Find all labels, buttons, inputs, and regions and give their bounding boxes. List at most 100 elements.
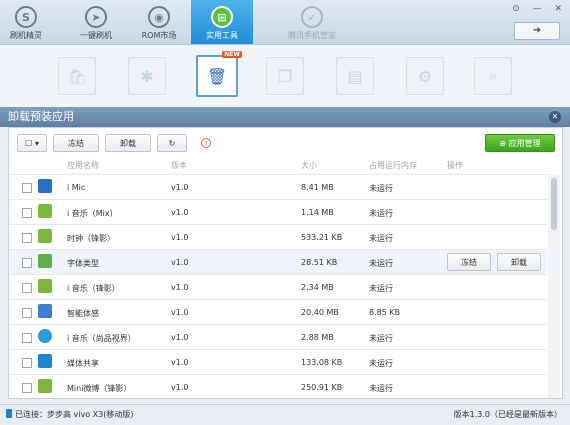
document-icon: ▤ (347, 66, 363, 86)
row-checkbox[interactable] (22, 258, 32, 268)
checkbox-icon: ☐ (25, 139, 33, 148)
row-checkbox[interactable] (22, 183, 32, 193)
return-button[interactable]: ➜ (514, 22, 560, 40)
tools-row: 🛍 ✱ 🗑 NEW ❐ ▤ ⚙ ⌕ (0, 45, 570, 107)
trash-icon: 🗑 (206, 66, 228, 86)
row-checkbox[interactable] (22, 283, 32, 293)
close-icon[interactable]: ✕ (554, 4, 562, 14)
app-version: v1.0 (171, 358, 189, 367)
row-checkbox[interactable] (22, 233, 32, 243)
app-manage-label: 应用管理 (508, 139, 541, 148)
tool-plugin[interactable]: ✱ (128, 57, 166, 95)
nav-rom-market[interactable]: ◉ ROM市场 (134, 0, 184, 44)
refresh-button[interactable]: ↻ (157, 134, 187, 152)
app-version: v1.0 (171, 208, 189, 217)
app-memory: 8.85 KB (369, 308, 401, 317)
header-name: 应用名称 (67, 161, 99, 170)
android-app-icon (38, 379, 52, 393)
app-version: v1.0 (171, 383, 189, 392)
app-name: i 音乐（锋影） (67, 284, 120, 293)
tool-copy[interactable]: ❐ (266, 57, 304, 95)
uninstall-panel: ☐ ▾ 冻结 卸载 ↻ ! ⊕ 应用管理 应用名称 版本 大小 占用运行内存 操… (8, 127, 563, 399)
table-row[interactable]: i 音乐（Mix） v1.0 1.14 MB 未运行 (9, 199, 547, 225)
row-checkbox[interactable] (22, 358, 32, 368)
freeze-button[interactable]: 冻结 (53, 134, 99, 152)
table-header: 应用名称 版本 大小 占用运行内存 操作 (9, 158, 547, 174)
phone-app-icon (38, 304, 52, 318)
tool-settings[interactable]: ⚙ (406, 57, 444, 95)
app-memory: 未运行 (369, 384, 393, 393)
imic-app-icon (38, 179, 52, 193)
return-arrow-icon: ➜ (532, 25, 542, 36)
table-row[interactable]: i 音乐（尚品视界） v1.0 2.88 MB 未运行 (9, 324, 547, 350)
app-size: 250.91 KB (301, 383, 343, 392)
header-memory: 占用运行内存 (369, 161, 417, 170)
tool-document[interactable]: ▤ (336, 57, 374, 95)
panel-title: 卸载预装应用 (8, 110, 74, 123)
app-manage-button[interactable]: ⊕ 应用管理 (485, 134, 555, 152)
table-row[interactable]: 字体类型 v1.0 28.51 KB 未运行 冻结 卸载 (9, 249, 547, 275)
row-checkbox[interactable] (22, 208, 32, 218)
app-memory: 未运行 (369, 259, 393, 268)
app-size: 2.34 MB (301, 283, 334, 292)
connection-text: 已连接：步步高 vivo X3(移动版) (15, 410, 134, 419)
menu-icon[interactable]: ⊙ (512, 4, 520, 14)
android-app-icon (38, 204, 52, 218)
app-version: v1.0 (171, 333, 189, 342)
select-all-dropdown[interactable]: ☐ ▾ (17, 134, 47, 152)
table-row[interactable]: 智能体感 v1.0 20.40 MB 8.85 KB (9, 299, 547, 325)
person-app-icon (38, 329, 52, 343)
nav-flash-wizard[interactable]: S 刷机精灵 (0, 0, 52, 44)
header-action: 操作 (447, 161, 463, 170)
app-name: i 音乐（Mix） (67, 209, 118, 218)
minimize-icon[interactable]: — (533, 4, 542, 14)
table-row[interactable]: i Mic v1.0 8.41 MB 未运行 (9, 174, 547, 200)
table-row[interactable]: 时钟（锋影） v1.0 533.21 KB 未运行 (9, 224, 547, 250)
panel-close-button[interactable]: ✕ (549, 111, 561, 123)
app-memory: 未运行 (369, 334, 393, 343)
app-memory: 未运行 (369, 234, 393, 243)
version-text: 版本1.3.0（已经是最新版本） (453, 410, 562, 419)
top-navigation-bar: S 刷机精灵 ➤ 一键刷机 ◉ ROM市场 ⊞ 实用工具 ✓ 腾讯手机管家 ⊙ … (0, 0, 570, 45)
row-checkbox[interactable] (22, 383, 32, 393)
app-name: 媒体共享 (67, 359, 99, 368)
panel-toolbar: ☐ ▾ 冻结 卸载 ↻ ! ⊕ 应用管理 (9, 128, 562, 158)
app-name: i Mic (67, 183, 86, 192)
bag-icon: 🛍 (66, 66, 88, 86)
tool-store[interactable]: 🛍 (58, 57, 96, 95)
shield-icon: ✓ (301, 6, 323, 28)
app-memory: 未运行 (369, 184, 393, 193)
row-freeze-button[interactable]: 冻结 (447, 253, 491, 271)
font-app-icon (38, 254, 52, 268)
nav-one-click-flash[interactable]: ➤ 一键刷机 (70, 0, 122, 44)
row-checkbox[interactable] (22, 333, 32, 343)
nav-tencent-manager[interactable]: ✓ 腾讯手机管家 (283, 0, 341, 44)
new-badge: NEW (222, 51, 242, 58)
uninstall-button[interactable]: 卸载 (105, 134, 151, 152)
tool-search[interactable]: ⌕ (474, 57, 512, 95)
row-checkbox[interactable] (22, 308, 32, 318)
status-bar: 已连接：步步高 vivo X3(移动版) 版本1.3.0（已经是最新版本） (0, 404, 570, 425)
app-version: v1.0 (171, 308, 189, 317)
header-version: 版本 (171, 161, 187, 170)
nav-utilities[interactable]: ⊞ 实用工具 (191, 0, 253, 44)
app-name: Mini微博（锋影） (67, 384, 132, 393)
table-row[interactable]: Mini微博（锋影） v1.0 250.91 KB 未运行 (9, 374, 547, 398)
app-memory: 未运行 (369, 359, 393, 368)
header-size: 大小 (301, 161, 317, 170)
vertical-scrollbar[interactable] (548, 174, 560, 398)
app-version: v1.0 (171, 233, 189, 242)
gear-icon: ⚙ (417, 66, 433, 86)
panel-header: 卸载预装应用 ✕ (0, 107, 570, 127)
tool-uninstall[interactable]: 🗑 NEW (196, 51, 242, 97)
connection-status: 已连接：步步高 vivo X3(移动版) (6, 405, 133, 425)
table-row[interactable]: i 音乐（锋影） v1.0 2.34 MB 未运行 (9, 274, 547, 300)
row-uninstall-button[interactable]: 卸载 (497, 253, 541, 271)
scrollbar-thumb[interactable] (551, 178, 557, 230)
nav-label: ROM市场 (141, 31, 177, 40)
table-row[interactable]: 媒体共享 v1.0 133.08 KB 未运行 (9, 349, 547, 375)
app-size: 2.88 MB (301, 333, 334, 342)
info-icon[interactable]: ! (201, 138, 211, 148)
app-memory: 未运行 (369, 209, 393, 218)
share-app-icon (38, 354, 52, 368)
